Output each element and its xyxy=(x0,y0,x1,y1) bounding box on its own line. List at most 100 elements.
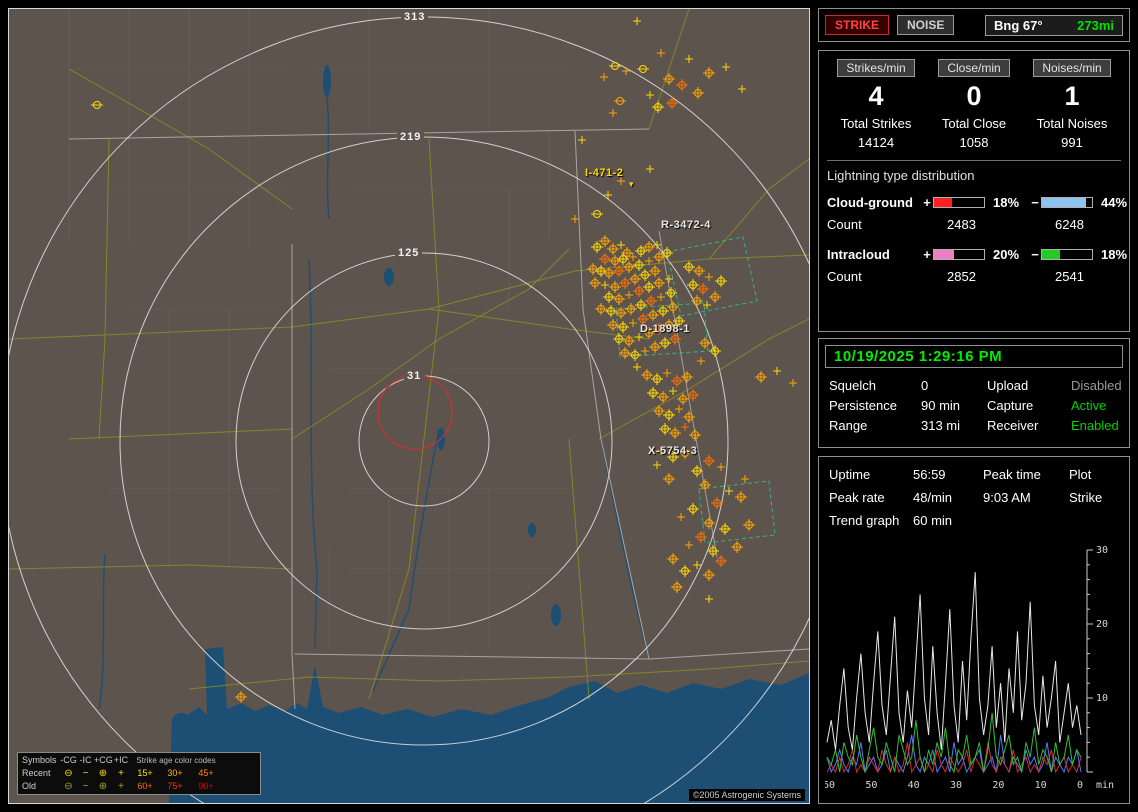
legend-header-pic: +IC xyxy=(113,755,129,765)
total-strikes-label: Total Strikes xyxy=(840,116,912,131)
pos-ic-symbol-icon: + xyxy=(118,768,124,779)
svg-text:20: 20 xyxy=(1096,619,1108,630)
ic-minus-gauge xyxy=(1041,248,1093,260)
svg-text:50: 50 xyxy=(865,780,877,791)
upload-label: Upload xyxy=(987,378,1029,393)
neg-ic-old-symbol-icon: − xyxy=(82,781,89,792)
datetime-display: 10/19/2025 1:29:16 PM xyxy=(825,345,1123,368)
range-ring-label-31: 31 xyxy=(404,370,425,382)
ic-count-label: Count xyxy=(827,268,862,284)
status-panel: 10/19/2025 1:29:16 PM Squelch 0 Upload D… xyxy=(818,338,1130,448)
total-noises-value: 991 xyxy=(1061,135,1083,150)
ic-plus-percent: 20% xyxy=(993,246,1020,262)
legend-age-30: 30+ xyxy=(167,768,183,778)
svg-text:0: 0 xyxy=(1077,780,1083,791)
range-ring-label-219: 219 xyxy=(397,131,425,143)
svg-text:30: 30 xyxy=(1096,545,1108,556)
ic-plus-count: 2852 xyxy=(947,268,976,284)
total-strikes-value: 14124 xyxy=(857,135,895,150)
trend-graph: 30 20 10 60 50 40 30 20 10 0 min xyxy=(823,538,1123,800)
legend-age-header: Strike age color codes xyxy=(136,756,216,765)
neg-cg-old-symbol-icon: ⊖ xyxy=(64,781,73,792)
svg-text:20: 20 xyxy=(992,780,1004,791)
pos-ic-old-symbol-icon: + xyxy=(118,781,124,792)
plot-label: Plot xyxy=(1069,467,1092,482)
trend-panel: Uptime 56:59 Peak time Plot Peak rate 48… xyxy=(818,456,1130,804)
bearing-readout: Bng 67° 273mi xyxy=(985,14,1123,36)
noises-per-min-value: 1 xyxy=(1064,81,1080,111)
legend-header-nic: -IC xyxy=(79,755,92,765)
storm-cell-caret: ▾ xyxy=(629,179,634,189)
storm-cell-label: D-1898-1 xyxy=(640,323,690,335)
trend-graph-value: 60 min xyxy=(913,513,953,528)
peak-time-value: 9:03 AM xyxy=(983,490,1031,505)
uptime-label: Uptime xyxy=(829,467,871,482)
statistics-panel: Strikes/min Close/min Noises/min 4 0 1 T… xyxy=(818,50,1130,332)
range-value: 313 mi xyxy=(921,418,961,433)
legend-age-75: 75+ xyxy=(167,781,183,791)
noises-per-min-button[interactable]: Noises/min xyxy=(1033,59,1111,77)
svg-text:min: min xyxy=(1096,780,1114,791)
svg-text:60: 60 xyxy=(825,780,835,791)
strikes-per-min-button[interactable]: Strikes/min xyxy=(837,59,915,77)
storm-cell-label: R-3472-4 xyxy=(661,219,711,231)
upload-status: Disabled xyxy=(1071,378,1122,393)
ic-plus-gauge xyxy=(933,248,985,260)
storm-cell-label: X-5754-3 xyxy=(648,445,698,457)
divider xyxy=(827,160,1121,161)
pos-cg-symbol-icon: ⊕ xyxy=(98,768,108,779)
legend-old-label: Old xyxy=(22,781,37,791)
copyright-text: ©2005 Astrogenic Systems xyxy=(688,789,805,801)
cg-plus-gauge xyxy=(933,196,985,208)
range-ring-label-125: 125 xyxy=(395,247,423,259)
cg-minus-percent: 44% xyxy=(1101,194,1128,210)
range-label: Range xyxy=(829,418,868,433)
range-ring-label-313: 313 xyxy=(401,11,429,23)
strikes-per-min-value: 4 xyxy=(868,81,884,111)
storm-cell-label: I-471-2 xyxy=(585,167,624,179)
squelch-value: 0 xyxy=(921,378,929,393)
peak-time-label: Peak time xyxy=(983,467,1041,482)
pos-cg-old-symbol-icon: ⊕ xyxy=(98,781,108,792)
legend-age-60: 60+ xyxy=(137,781,153,791)
intracloud-label: Intracloud xyxy=(827,246,890,262)
close-per-min-button[interactable]: Close/min xyxy=(938,59,1010,77)
distribution-title: Lightning type distribution xyxy=(827,168,975,183)
squelch-label: Squelch xyxy=(829,378,876,393)
bearing-value: Bng 67° xyxy=(994,17,1043,33)
cg-plus-percent: 18% xyxy=(993,194,1020,210)
peak-rate-value: 48/min xyxy=(913,490,953,505)
mode-bar: STRIKE NOISE Bng 67° 273mi xyxy=(818,8,1130,42)
cg-count-label: Count xyxy=(827,216,862,232)
plot-value: Strike xyxy=(1069,490,1103,505)
legend-header-ncg: -CG xyxy=(60,755,77,765)
cg-plus-count: 2483 xyxy=(947,216,976,232)
lightning-map[interactable]: 313 219 125 31 I-471-2 ▾ R-3472-4 D-1898… xyxy=(8,8,810,804)
legend-age-15: 15+ xyxy=(137,768,153,778)
capture-status: Active xyxy=(1071,398,1107,413)
total-close-value: 1058 xyxy=(959,135,989,150)
svg-text:10: 10 xyxy=(1096,693,1108,704)
persistence-label: Persistence xyxy=(829,398,897,413)
stormvue-window: 313 219 125 31 I-471-2 ▾ R-3472-4 D-1898… xyxy=(0,0,1138,812)
legend-header-symbols: Symbols xyxy=(22,755,57,765)
neg-ic-symbol-icon: − xyxy=(82,768,89,779)
peak-rate-label: Peak rate xyxy=(829,490,885,505)
legend-age-45: 45+ xyxy=(198,768,214,778)
svg-text:40: 40 xyxy=(908,780,920,791)
receiver-label: Receiver xyxy=(987,418,1039,433)
legend-age-90: 90+ xyxy=(198,781,214,791)
plus-sign: + xyxy=(923,194,931,210)
minus-sign: − xyxy=(1031,194,1039,210)
trend-graph-label: Trend graph xyxy=(829,513,900,528)
uptime-value: 56:59 xyxy=(913,467,946,482)
legend-recent-label: Recent xyxy=(22,768,51,778)
strike-button[interactable]: STRIKE xyxy=(825,15,890,35)
total-close-label: Total Close xyxy=(941,116,1007,131)
legend-header-pcg: +CG xyxy=(94,755,113,765)
neg-cg-symbol-icon: ⊖ xyxy=(64,768,73,779)
map-canvas[interactable] xyxy=(9,9,809,803)
noise-button[interactable]: NOISE xyxy=(897,15,955,35)
svg-text:10: 10 xyxy=(1035,780,1047,791)
cg-minus-gauge xyxy=(1041,196,1093,208)
